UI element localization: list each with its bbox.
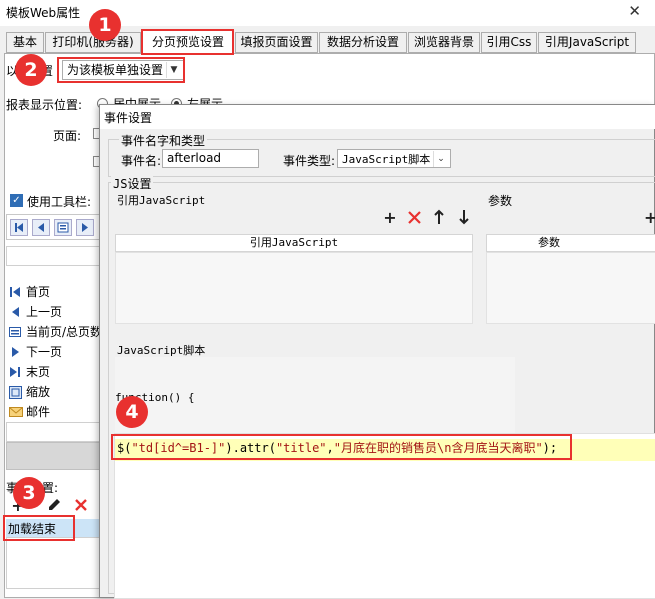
list-item-label: 当前页/总页数 — [26, 325, 103, 339]
event-name-value: afterload — [167, 151, 222, 165]
step-marker-4: 4 — [116, 396, 148, 428]
dialog-title-bar: 事件设置 — [100, 105, 655, 129]
toolbar-list-footer — [6, 422, 100, 442]
list-item[interactable]: 上一页 — [6, 302, 100, 322]
params-table — [486, 252, 655, 324]
highlight-box-tab — [141, 29, 234, 55]
page-label: 页面: — [53, 129, 82, 143]
list-item[interactable]: 下一页 — [6, 342, 100, 362]
list-item-label: 下一页 — [26, 345, 63, 359]
window-title: 模板Web属性 — [6, 6, 81, 20]
list-item-label: 首页 — [26, 285, 51, 299]
list-item-label: 邮件 — [26, 405, 51, 419]
event-name-type-title: 事件名字和类型 — [119, 132, 208, 149]
arrow-up-icon[interactable] — [433, 209, 445, 225]
toolbar-items-list: 首页 上一页 当前页/总页数 下一页 末页 缩放 邮件 — [6, 282, 103, 422]
dialog-title: 事件设置 — [104, 111, 153, 125]
highlight-box-event — [3, 515, 75, 541]
step-marker-2: 2 — [15, 54, 47, 86]
event-name-label: 事件名: — [121, 154, 162, 168]
list-item[interactable]: 末页 — [6, 362, 100, 382]
list-item-label: 上一页 — [26, 305, 63, 319]
add-param-icon[interactable]: + — [644, 208, 655, 227]
step-marker-3: 3 — [13, 477, 45, 509]
highlight-box-select — [57, 57, 185, 83]
first-page-icon — [10, 287, 20, 297]
zoom-icon — [9, 386, 22, 399]
list-item[interactable]: 当前页/总页数 — [6, 322, 103, 342]
delete-icon[interactable] — [407, 210, 422, 225]
ref-js-column-header: 引用JavaScript — [115, 234, 473, 252]
list-item[interactable]: 首页 — [6, 282, 100, 302]
edit-icon[interactable] — [46, 497, 62, 513]
delete-icon[interactable] — [73, 497, 89, 513]
ref-js-table — [115, 252, 473, 324]
event-type-value: JavaScript脚本 — [342, 153, 431, 166]
script-preview-area: function() { — [115, 357, 515, 433]
tab-data-analysis[interactable]: 数据分析设置 — [319, 32, 407, 53]
params-label: 参数 — [488, 194, 513, 208]
toolbar-list-buttons — [6, 442, 100, 470]
first-page-icon[interactable] — [10, 219, 28, 236]
tab-browser-bg[interactable]: 浏览器背景 — [408, 32, 480, 53]
last-page-icon — [10, 367, 20, 377]
page-count-icon — [9, 327, 21, 337]
tab-ref-css[interactable]: 引用Css — [481, 32, 537, 53]
highlight-box-code — [111, 434, 572, 460]
event-list — [6, 537, 100, 589]
js-settings-title: JS设置 — [111, 175, 154, 192]
list-item[interactable]: 邮件 — [6, 402, 100, 422]
chevron-down-icon: ⌄ — [433, 151, 448, 167]
list-item-label: 末页 — [26, 365, 51, 379]
list-item-label: 缩放 — [26, 385, 51, 399]
prev-page-icon[interactable] — [32, 219, 50, 236]
event-type-select[interactable]: JavaScript脚本 ⌄ — [337, 149, 451, 168]
params-column-header: 参数 — [486, 234, 655, 252]
step-marker-1: 1 — [89, 9, 121, 41]
toolbar-preview — [6, 214, 100, 240]
event-settings-dialog: 事件设置 事件名字和类型 事件名: afterload 事件类型: JavaSc… — [99, 104, 655, 599]
add-icon[interactable]: + — [382, 208, 398, 227]
event-name-field[interactable]: afterload — [162, 149, 259, 168]
ref-js-label: 引用JavaScript — [117, 194, 206, 207]
params-column-label: 参数 — [538, 236, 560, 249]
close-icon[interactable]: ✕ — [628, 2, 641, 20]
page-count-icon[interactable] — [54, 219, 72, 236]
tab-fill-page[interactable]: 填报页面设置 — [235, 32, 318, 53]
prev-page-icon — [12, 307, 19, 317]
js-script-label: JavaScript脚本 — [117, 344, 206, 357]
report-position-label: 报表显示位置: — [6, 98, 83, 112]
next-page-icon — [12, 347, 19, 357]
tab-ref-js[interactable]: 引用JavaScript — [538, 32, 636, 53]
tab-basic[interactable]: 基本 — [6, 32, 44, 53]
toolbar-list-header — [6, 246, 100, 266]
mail-icon — [9, 407, 23, 417]
use-toolbar-label: 使用工具栏: — [27, 195, 92, 209]
event-type-label: 事件类型: — [283, 154, 336, 168]
list-item[interactable]: 缩放 — [6, 382, 100, 402]
use-toolbar-checkbox[interactable]: ✓ — [10, 194, 23, 207]
arrow-down-icon[interactable] — [458, 209, 470, 225]
next-page-icon[interactable] — [76, 219, 94, 236]
